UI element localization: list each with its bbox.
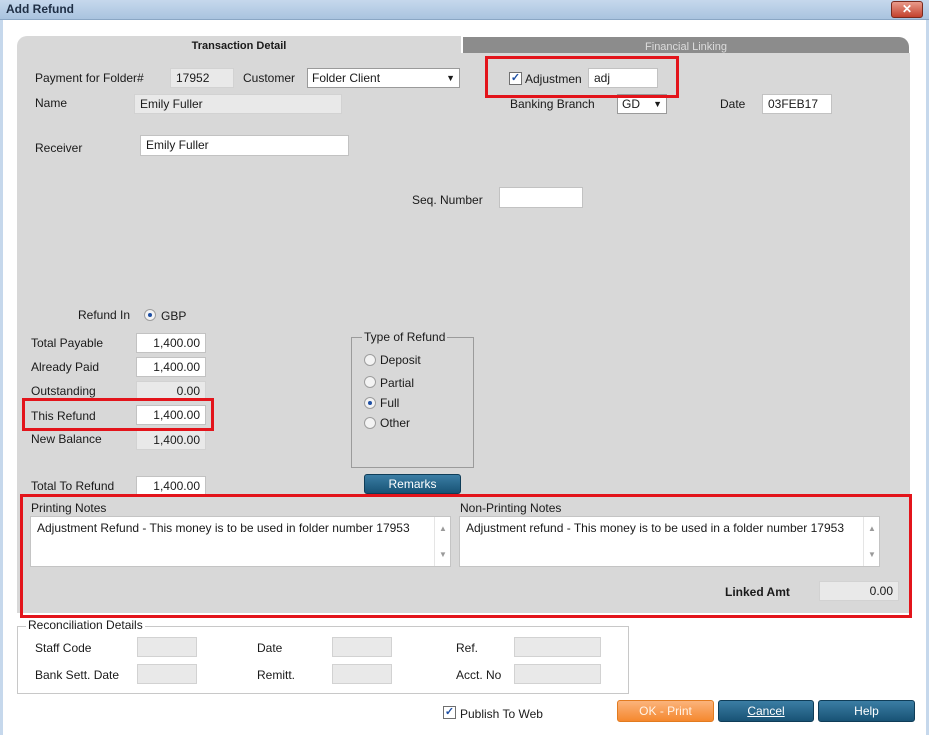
non-printing-notes-textarea[interactable]: Adjustment refund - This money is to be … [459,516,880,567]
scroll-down-icon[interactable]: ▼ [435,547,451,562]
name-label: Name [35,96,68,110]
refund-type-partial-label: Partial [380,376,415,390]
refund-type-full-radio[interactable] [364,397,376,409]
publish-to-web-checkbox[interactable]: ✓ [443,706,456,719]
linked-amt-field: 0.00 [819,581,899,601]
acct-no-field[interactable] [514,664,601,684]
chevron-down-icon: ▼ [653,99,662,109]
refund-type-other-label: Other [380,416,411,430]
type-of-refund-legend: Type of Refund [362,330,448,344]
banking-branch-value: GD [622,97,640,111]
non-printing-notes-scrollbar[interactable]: ▲ ▼ [863,517,879,566]
close-button[interactable]: ✕ [891,1,923,18]
customer-select[interactable]: Folder Client ▼ [307,68,460,88]
printing-notes-text: Adjustment Refund - This money is to be … [37,521,410,535]
receiver-field[interactable]: Emily Fuller [140,135,349,156]
cancel-button[interactable]: Cancel [718,700,814,722]
already-paid-label: Already Paid [31,360,100,374]
payment-for-folder-field[interactable]: 17952 [170,68,234,88]
scroll-down-icon[interactable]: ▼ [864,547,880,562]
linked-amt-label: Linked Amt [725,585,790,599]
name-field[interactable]: Emily Fuller [134,94,342,114]
ok-print-button[interactable]: OK - Print [617,700,714,722]
customer-select-value: Folder Client [312,71,381,85]
new-balance-label: New Balance [31,432,102,446]
this-refund-label: This Refund [31,409,96,423]
refund-type-partial-radio[interactable] [364,376,376,388]
total-payable-label: Total Payable [31,336,104,350]
remitt-field[interactable] [332,664,392,684]
window-title: Add Refund [6,2,74,16]
date-field[interactable]: 03FEB17 [762,94,832,114]
printing-notes-label: Printing Notes [31,501,107,515]
adjustment-field[interactable]: adj [588,68,658,88]
this-refund-field[interactable]: 1,400.00 [136,405,206,425]
help-button[interactable]: Help [818,700,915,722]
receiver-label: Receiver [35,141,83,155]
bank-sett-date-label: Bank Sett. Date [35,668,120,682]
new-balance-field: 1,400.00 [136,430,206,450]
banking-branch-label: Banking Branch [510,97,595,111]
remitt-label: Remitt. [257,668,296,682]
scroll-up-icon[interactable]: ▲ [864,521,880,536]
date-label: Date [720,97,746,111]
refund-in-radio[interactable] [144,309,156,321]
ref-field[interactable] [514,637,601,657]
customer-label: Customer [243,71,296,85]
acct-no-label: Acct. No [456,668,502,682]
bank-sett-date-field[interactable] [137,664,197,684]
recon-date-label: Date [257,641,283,655]
non-printing-notes-text: Adjustment refund - This money is to be … [466,521,844,535]
seq-number-label: Seq. Number [412,193,483,207]
total-payable-field[interactable]: 1,400.00 [136,333,206,353]
already-paid-field[interactable]: 1,400.00 [136,357,206,377]
recon-date-field[interactable] [332,637,392,657]
adjustment-label: Adjustmen [525,72,582,86]
refund-type-deposit-label: Deposit [380,353,421,367]
publish-to-web-label: Publish To Web [460,707,543,721]
reconciliation-legend: Reconciliation Details [26,618,145,632]
printing-notes-scrollbar[interactable]: ▲ ▼ [434,517,450,566]
title-bar: Add Refund ✕ [0,0,929,20]
refund-type-deposit-radio[interactable] [364,354,376,366]
chevron-down-icon: ▼ [446,73,455,83]
non-printing-notes-label: Non-Printing Notes [460,501,562,515]
total-to-refund-label: Total To Refund [31,479,115,493]
outstanding-label: Outstanding [31,384,96,398]
staff-code-label: Staff Code [35,641,92,655]
payment-for-folder-label: Payment for Folder# [35,71,144,85]
total-to-refund-field[interactable]: 1,400.00 [136,476,206,496]
adjustment-checkbox[interactable]: ✓ [509,72,522,85]
printing-notes-textarea[interactable]: Adjustment Refund - This money is to be … [30,516,451,567]
refund-type-full-label: Full [380,396,400,410]
seq-number-field[interactable] [499,187,583,208]
remarks-button[interactable]: Remarks [364,474,461,494]
staff-code-field[interactable] [137,637,197,657]
cancel-button-label: Cancel [747,704,785,718]
banking-branch-select[interactable]: GD ▼ [617,94,667,114]
refund-in-currency: GBP [161,309,187,323]
ref-label: Ref. [456,641,479,655]
outstanding-field: 0.00 [136,381,206,401]
scroll-up-icon[interactable]: ▲ [435,521,451,536]
refund-type-other-radio[interactable] [364,417,376,429]
refund-in-label: Refund In [78,308,131,322]
